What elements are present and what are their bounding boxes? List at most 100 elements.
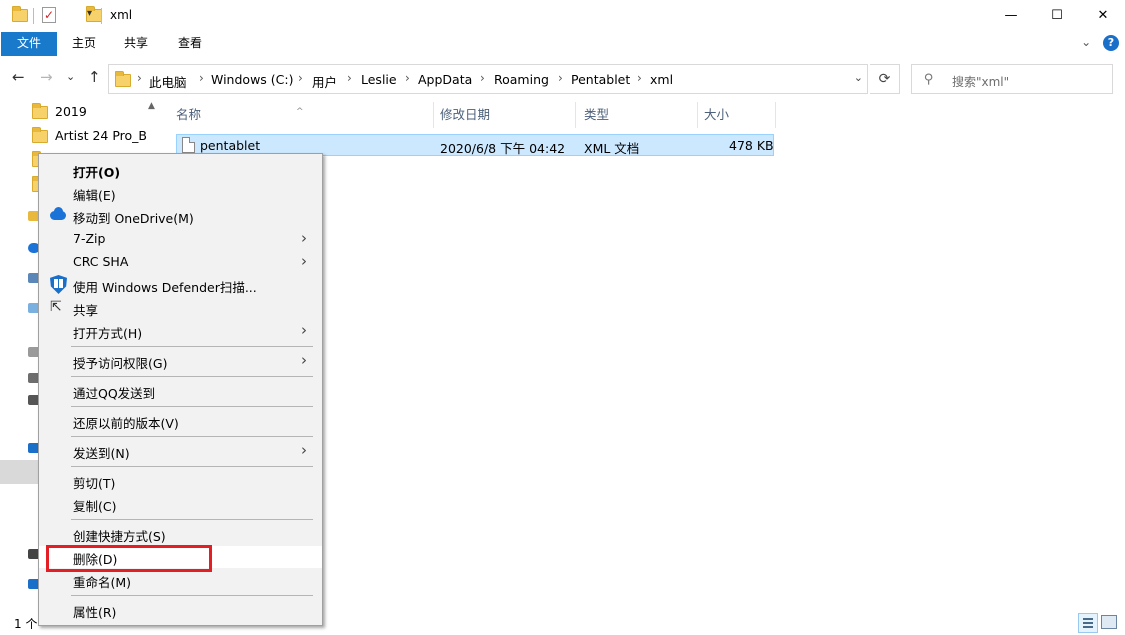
menu-item-open-with[interactable]: 打开方式(H) › <box>39 320 322 342</box>
maximize-button[interactable]: ☐ <box>1034 0 1080 31</box>
menu-item-send-via-qq[interactable]: 通过QQ发送到 <box>39 380 322 402</box>
menu-item-copy[interactable]: 复制(C) <box>39 493 322 515</box>
properties-icon[interactable]: ✓ <box>42 7 56 23</box>
address-bar[interactable]: › 此电脑 › Windows (C:) › 用户 › Leslie › App… <box>108 64 868 94</box>
refresh-button[interactable]: ⟳ <box>870 64 900 94</box>
menu-item-label: 复制(C) <box>73 499 117 514</box>
column-header-type[interactable]: 类型 <box>576 102 698 128</box>
menu-item-create-shortcut[interactable]: 创建快捷方式(S) <box>39 523 322 545</box>
breadcrumb-separator: › <box>347 71 352 85</box>
menu-item-label: 发送到(N) <box>73 446 130 461</box>
menu-item-label: 通过QQ发送到 <box>73 386 156 401</box>
help-icon[interactable]: ? <box>1103 35 1119 51</box>
divider <box>101 8 102 24</box>
recent-locations-button[interactable]: ⌄ <box>66 70 75 83</box>
menu-item-open[interactable]: 打开(O) <box>39 159 322 181</box>
breadcrumb-separator: › <box>480 71 485 85</box>
file-date: 2020/6/8 下午 04:42 <box>440 141 566 156</box>
nav-item-2019[interactable]: 2019 <box>55 104 87 119</box>
menu-item-label: 重命名(M) <box>73 575 132 590</box>
submenu-arrow-icon: › <box>301 252 307 270</box>
menu-item-label: 打开方式(H) <box>73 326 143 341</box>
divider <box>33 8 34 24</box>
column-header-name[interactable]: 名称 ^ <box>168 102 434 128</box>
folder-icon <box>32 127 48 143</box>
nav-item-artist[interactable]: Artist 24 Pro_B <box>55 128 147 143</box>
menu-separator <box>71 406 313 407</box>
window-title: xml <box>110 8 133 22</box>
tab-file[interactable]: 文件 <box>1 32 57 56</box>
defender-shield-icon <box>50 275 67 294</box>
menu-item-label: 移动到 OneDrive(M) <box>73 211 194 226</box>
breadcrumb-leslie[interactable]: Leslie <box>361 72 397 87</box>
search-input[interactable]: 搜索"xml" <box>952 73 1009 90</box>
breadcrumb-xml[interactable]: xml <box>650 72 673 87</box>
menu-item-restore-previous-versions[interactable]: 还原以前的版本(V) <box>39 410 322 432</box>
column-header-size[interactable]: 大小 <box>696 102 776 128</box>
menu-separator <box>71 376 313 377</box>
menu-item-rename[interactable]: 重命名(M) <box>39 569 322 591</box>
search-icon: ⚲ <box>924 72 934 87</box>
onedrive-icon <box>50 207 66 220</box>
breadcrumb-separator: › <box>298 71 303 85</box>
menu-item-7zip[interactable]: 7-Zip › <box>39 228 322 250</box>
item-count: 1 个 <box>14 617 38 631</box>
menu-separator <box>71 595 313 596</box>
address-history-dropdown[interactable]: ⌄ <box>854 71 863 84</box>
ribbon-controls: ⌄ ? <box>1081 35 1119 51</box>
menu-item-label: CRC SHA <box>73 254 129 269</box>
menu-item-label: 打开(O) <box>73 165 121 180</box>
share-icon: ⇱ <box>50 299 62 315</box>
menu-item-move-to-onedrive[interactable]: 移动到 OneDrive(M) <box>39 205 322 227</box>
breadcrumb-separator: › <box>637 71 642 85</box>
navigation-bar: ← → ⌄ ↑ › 此电脑 › Windows (C:) › 用户 › Lesl… <box>0 62 1125 94</box>
breadcrumb-separator: › <box>199 71 204 85</box>
breadcrumb-appdata[interactable]: AppData <box>418 72 472 87</box>
menu-item-edit[interactable]: 编辑(E) <box>39 182 322 204</box>
menu-item-label: 共享 <box>73 303 99 318</box>
menu-item-label: 创建快捷方式(S) <box>73 529 166 544</box>
menu-separator <box>71 346 313 347</box>
submenu-arrow-icon: › <box>301 321 307 339</box>
menu-item-share[interactable]: ⇱ 共享 <box>39 297 322 319</box>
file-name: pentablet <box>200 138 261 153</box>
menu-item-label: 还原以前的版本(V) <box>73 416 179 431</box>
menu-separator <box>71 466 313 467</box>
search-box[interactable]: ⚲ 搜索"xml" <box>911 64 1113 94</box>
large-icons-view-icon[interactable] <box>1101 615 1117 629</box>
breadcrumb-pentablet[interactable]: Pentablet <box>571 72 630 87</box>
breadcrumb-separator: › <box>405 71 410 85</box>
menu-separator <box>71 436 313 437</box>
back-button[interactable]: ← <box>12 68 25 86</box>
expand-ribbon-icon[interactable]: ⌄ <box>1081 35 1091 49</box>
folder-icon <box>32 103 48 119</box>
file-size: 478 KB <box>729 138 774 153</box>
menu-item-properties[interactable]: 属性(R) <box>39 599 322 621</box>
menu-item-grant-access[interactable]: 授予访问权限(G) › <box>39 350 322 372</box>
xml-file-icon <box>182 137 195 153</box>
breadcrumb-roaming[interactable]: Roaming <box>494 72 549 87</box>
up-button[interactable]: ↑ <box>88 68 101 86</box>
menu-item-crc-sha[interactable]: CRC SHA › <box>39 251 322 273</box>
details-view-icon[interactable] <box>1078 613 1098 633</box>
column-header-date[interactable]: 修改日期 <box>432 102 576 128</box>
tab-view[interactable]: 查看 <box>170 32 210 56</box>
tab-home[interactable]: 主页 <box>64 32 104 56</box>
breadcrumb-users[interactable]: 用户 <box>312 72 337 91</box>
nav-selected-item[interactable] <box>0 460 40 484</box>
sort-ascending-icon: ^ <box>296 107 304 117</box>
menu-item-label: 使用 Windows Defender扫描... <box>73 280 257 295</box>
tab-share[interactable]: 共享 <box>116 32 156 56</box>
menu-item-send-to[interactable]: 发送到(N) › <box>39 440 322 462</box>
breadcrumb-this-pc[interactable]: 此电脑 <box>149 72 187 91</box>
scroll-up-arrow-icon[interactable]: ▲ <box>148 101 155 111</box>
close-button[interactable]: ✕ <box>1080 0 1125 31</box>
minimize-button[interactable]: — <box>988 0 1034 31</box>
menu-item-label: 属性(R) <box>73 605 117 620</box>
forward-button[interactable]: → <box>40 68 53 86</box>
menu-item-defender-scan[interactable]: 使用 Windows Defender扫描... <box>39 274 322 296</box>
menu-item-cut[interactable]: 剪切(T) <box>39 470 322 492</box>
submenu-arrow-icon: › <box>301 441 307 459</box>
customize-toolbar-icon[interactable]: ▾ <box>87 8 92 19</box>
breadcrumb-windows-c[interactable]: Windows (C:) <box>211 72 293 87</box>
